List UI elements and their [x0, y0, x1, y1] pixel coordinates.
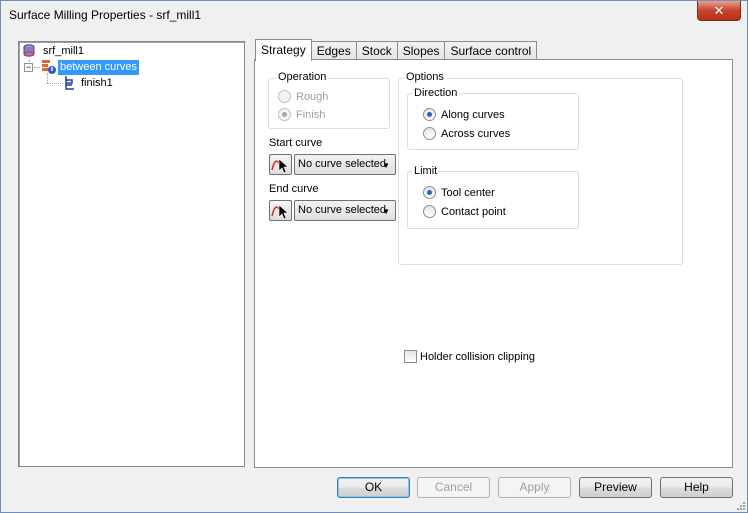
window-title: Surface Milling Properties - srf_mill1 [9, 8, 202, 22]
tree-expander[interactable]: − [24, 63, 33, 72]
options-group-label: Options [404, 71, 446, 83]
limit-group [407, 171, 579, 229]
tree-item-between-curves[interactable]: between curves [40, 59, 140, 75]
radio-button[interactable] [278, 90, 291, 103]
tree-item-label: between curves [58, 59, 140, 75]
end-curve-pick-button[interactable] [269, 200, 292, 221]
along-curves-radio[interactable]: Along curves [423, 108, 505, 121]
start-curve-pick-button[interactable] [269, 154, 292, 175]
curve-pick-icon [271, 158, 289, 174]
across-curves-radio[interactable]: Across curves [423, 127, 510, 140]
finish-radio[interactable]: Finish [278, 108, 325, 121]
rough-radio[interactable]: Rough [278, 90, 328, 103]
start-curve-select[interactable]: No curve selected ▼ [294, 154, 396, 175]
preview-button[interactable]: Preview [579, 477, 652, 498]
ok-button[interactable]: OK [337, 477, 410, 498]
chevron-down-icon: ▼ [382, 161, 390, 170]
tab-strip: Strategy Edges Stock Slopes Surface cont… [255, 39, 538, 61]
apply-button[interactable]: Apply [498, 477, 571, 498]
tree-item-finish1[interactable]: finish1 [63, 75, 115, 91]
finish-label: Finish [296, 108, 326, 121]
chevron-down-icon: ▼ [382, 207, 390, 216]
rough-label: Rough [296, 90, 329, 103]
resize-grip-icon[interactable] [735, 500, 745, 510]
title-bar: Surface Milling Properties - srf_mill1 ✕ [1, 1, 747, 31]
start-curve-value: No curve selected [298, 158, 387, 170]
direction-group-label: Direction [412, 87, 460, 99]
tree-item-srf-mill1[interactable]: srf_mill1 [21, 43, 86, 59]
tool-center-label: Tool center [441, 186, 495, 199]
start-curve-label: Start curve [269, 137, 323, 149]
database-icon [23, 44, 35, 57]
direction-group [407, 93, 579, 150]
dialog-window: Surface Milling Properties - srf_mill1 ✕… [0, 0, 748, 513]
contact-point-radio[interactable]: Contact point [423, 205, 506, 218]
holder-collision-clipping-label: Holder collision clipping [420, 350, 535, 363]
checkbox[interactable] [404, 350, 417, 363]
holder-collision-clipping-checkbox[interactable]: Holder collision clipping [404, 350, 535, 363]
limit-group-label: Limit [412, 165, 440, 177]
along-curves-label: Along curves [441, 108, 505, 121]
radio-button[interactable] [423, 186, 436, 199]
across-curves-label: Across curves [441, 127, 511, 140]
tab-stock[interactable]: Stock [355, 41, 398, 61]
radio-button[interactable] [423, 127, 436, 140]
radio-button[interactable] [423, 205, 436, 218]
close-icon: ✕ [713, 2, 725, 18]
radio-button[interactable] [278, 108, 291, 121]
contact-point-label: Contact point [441, 205, 506, 218]
tab-slopes[interactable]: Slopes [396, 41, 446, 61]
operation-tree[interactable]: srf_mill1 − between curves finish1 [18, 41, 245, 467]
radio-button[interactable] [423, 108, 436, 121]
tab-strategy[interactable]: Strategy [255, 39, 312, 61]
tree-item-label: srf_mill1 [43, 44, 84, 57]
tree-line [47, 83, 63, 84]
toolpath-icon [65, 76, 74, 90]
end-curve-select[interactable]: No curve selected ▼ [294, 200, 396, 221]
close-button[interactable]: ✕ [697, 1, 741, 21]
tab-edges[interactable]: Edges [310, 41, 357, 61]
tab-surface-control[interactable]: Surface control [444, 41, 538, 61]
tree-item-label: finish1 [81, 76, 113, 89]
operation-icon [42, 60, 56, 74]
operation-group-label: Operation [276, 71, 329, 83]
help-button[interactable]: Help [660, 477, 733, 498]
end-curve-label: End curve [269, 183, 319, 195]
cancel-button[interactable]: Cancel [417, 477, 490, 498]
tool-center-radio[interactable]: Tool center [423, 186, 495, 199]
end-curve-value: No curve selected [298, 204, 387, 216]
operation-group [268, 78, 390, 129]
strategy-panel: Operation Rough Finish Start curve No cu… [254, 59, 733, 468]
curve-pick-icon [271, 204, 289, 220]
